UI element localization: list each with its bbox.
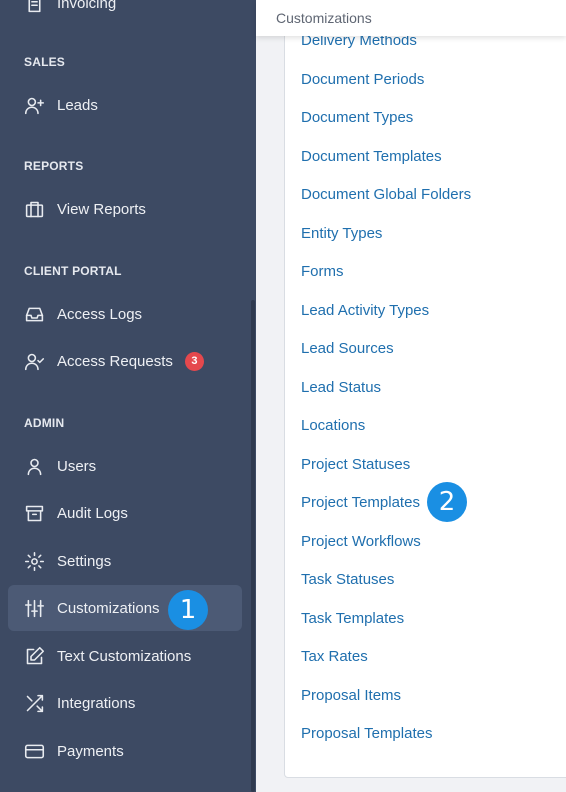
link-document-templates[interactable]: Document Templates bbox=[301, 148, 442, 165]
link-project-workflows[interactable]: Project Workflows bbox=[301, 533, 421, 550]
sidebar-item-payments[interactable]: Payments bbox=[8, 728, 242, 774]
link-task-templates[interactable]: Task Templates bbox=[301, 610, 404, 627]
link-document-types[interactable]: Document Types bbox=[301, 109, 413, 126]
sidebar-item-invoicing[interactable]: Invoicing bbox=[8, 0, 242, 26]
inbox-icon bbox=[23, 303, 45, 325]
step-marker-1: 1 bbox=[168, 590, 208, 630]
sidebar-item-label: Access Logs bbox=[57, 305, 143, 323]
sidebar-item-audit-logs[interactable]: Audit Logs bbox=[8, 490, 242, 536]
sliders-icon bbox=[23, 597, 45, 619]
edit-icon bbox=[23, 645, 45, 667]
sidebar-item-label: Invoicing bbox=[57, 0, 117, 12]
link-document-global-folders[interactable]: Document Global Folders bbox=[301, 186, 471, 203]
sidebar-item-leads[interactable]: Leads bbox=[8, 82, 242, 128]
page-header: Customizations bbox=[256, 0, 566, 36]
sidebar-item-label: View Reports bbox=[57, 200, 146, 218]
link-proposal-templates[interactable]: Proposal Templates bbox=[301, 725, 432, 742]
archive-icon bbox=[23, 502, 45, 524]
sidebar-scrollbar[interactable] bbox=[251, 300, 255, 792]
sidebar-item-access-requests[interactable]: Access Requests 3 bbox=[8, 338, 242, 384]
section-client-portal: CLIENT PORTAL bbox=[24, 264, 122, 278]
link-lead-sources[interactable]: Lead Sources bbox=[301, 340, 394, 357]
sidebar-item-label: Settings bbox=[57, 552, 112, 570]
link-task-statuses[interactable]: Task Statuses bbox=[301, 571, 394, 588]
link-project-statuses[interactable]: Project Statuses bbox=[301, 456, 410, 473]
sidebar-item-label: Users bbox=[57, 457, 97, 475]
section-reports: REPORTS bbox=[24, 159, 84, 173]
sidebar-item-view-reports[interactable]: View Reports bbox=[8, 186, 242, 232]
notification-badge: 3 bbox=[184, 351, 204, 371]
sidebar-item-label: Customizations bbox=[57, 599, 160, 617]
sidebar-item-text-customizations[interactable]: Text Customizations bbox=[8, 633, 242, 679]
link-entity-types[interactable]: Entity Types bbox=[301, 225, 382, 242]
sidebar-item-label: Integrations bbox=[57, 694, 136, 712]
step-marker-2: 2 bbox=[427, 482, 467, 522]
sidebar-item-label: Access Requests bbox=[57, 352, 173, 370]
sidebar-item-access-logs[interactable]: Access Logs bbox=[8, 291, 242, 337]
link-lead-status[interactable]: Lead Status bbox=[301, 379, 381, 396]
link-document-periods[interactable]: Document Periods bbox=[301, 71, 424, 88]
sidebar-item-integrations[interactable]: Integrations bbox=[8, 680, 242, 726]
sidebar-item-users[interactable]: Users bbox=[8, 443, 242, 489]
link-lead-activity-types[interactable]: Lead Activity Types bbox=[301, 302, 429, 319]
sidebar-item-label: Leads bbox=[57, 96, 98, 114]
section-admin: ADMIN bbox=[24, 416, 65, 430]
page-title: Customizations bbox=[276, 10, 372, 26]
sidebar-item-label: Payments bbox=[57, 742, 124, 760]
link-tax-rates[interactable]: Tax Rates bbox=[301, 648, 368, 665]
sidebar-item-settings[interactable]: Settings bbox=[8, 538, 242, 584]
credit-card-icon bbox=[23, 740, 45, 762]
link-forms[interactable]: Forms bbox=[301, 263, 344, 280]
shuffle-icon bbox=[23, 692, 45, 714]
user-check-icon bbox=[23, 350, 45, 372]
sidebar-item-label: Text Customizations bbox=[57, 647, 192, 665]
link-project-templates[interactable]: Project Templates bbox=[301, 494, 420, 511]
briefcase-icon bbox=[23, 198, 45, 220]
gear-icon bbox=[23, 550, 45, 572]
user-plus-icon bbox=[23, 94, 45, 116]
sidebar-item-label: Audit Logs bbox=[57, 504, 128, 522]
section-sales: SALES bbox=[24, 55, 66, 69]
link-proposal-items[interactable]: Proposal Items bbox=[301, 687, 401, 704]
sidebar: Invoicing SALES Leads REPORTS View Repor… bbox=[0, 0, 256, 792]
link-locations[interactable]: Locations bbox=[301, 417, 365, 434]
user-icon bbox=[23, 455, 45, 477]
document-icon bbox=[23, 0, 45, 14]
